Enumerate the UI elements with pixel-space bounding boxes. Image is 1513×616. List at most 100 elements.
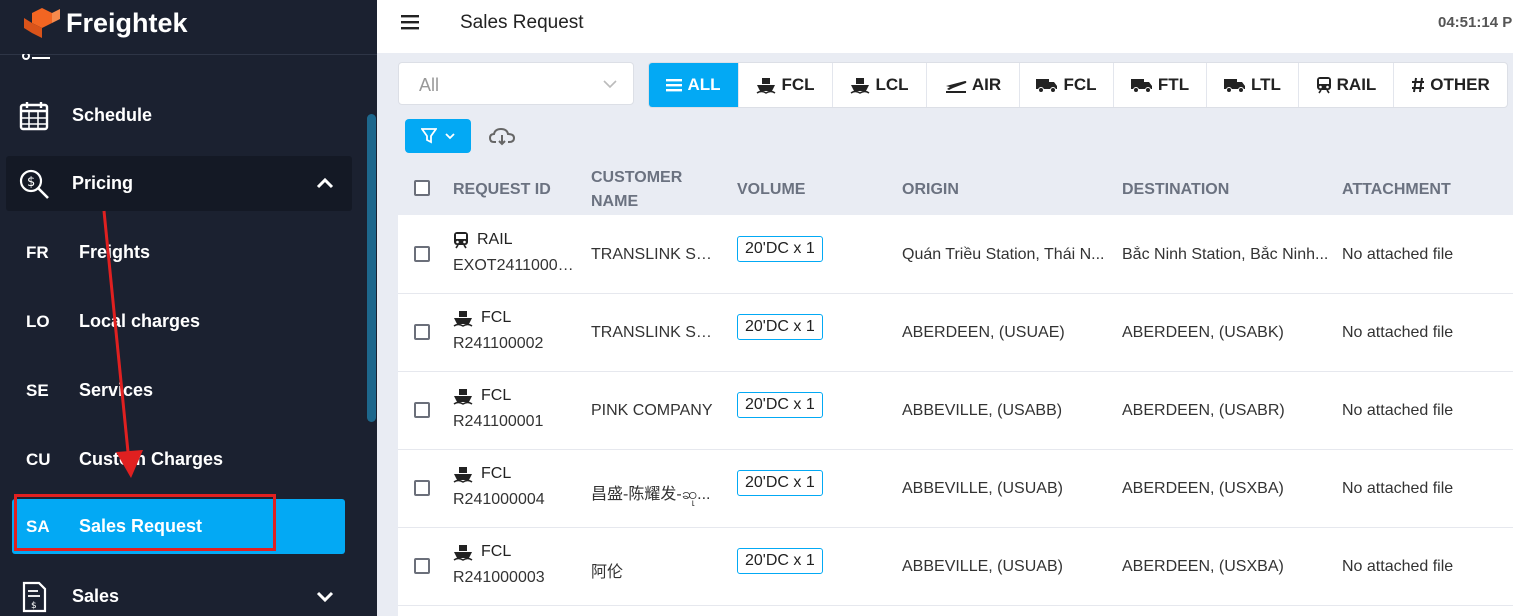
table-row[interactable]: FCL R241000004 昌盛-陈耀发-ဆု... 20'DC x 1 AB… xyxy=(398,449,1513,528)
volume-badge: 20'DC x 1 xyxy=(737,548,823,574)
table-row[interactable]: FCL R241100002 TRANSLINK SHI... 20'DC x … xyxy=(398,293,1513,372)
row-checkbox[interactable] xyxy=(414,558,430,574)
request-id[interactable]: R241000003 xyxy=(453,569,575,587)
subitem-abbr: SE xyxy=(26,380,49,400)
sidebar-subitem-sales-request[interactable]: SA Sales Request xyxy=(12,499,345,554)
table-row[interactable]: FCL R241100001 PINK COMPANY 20'DC x 1 AB… xyxy=(398,371,1513,450)
row-type-label: FCL xyxy=(481,465,512,482)
menu-icon[interactable] xyxy=(401,14,419,30)
volume-badge: 20'DC x 1 xyxy=(737,314,823,340)
column-header-origin[interactable]: ORIGIN xyxy=(902,178,959,202)
chevron-down-icon xyxy=(445,133,455,140)
svg-text:$: $ xyxy=(31,601,37,611)
ship-icon xyxy=(453,389,473,405)
customer-name: PINK COMPANY xyxy=(591,402,713,419)
row-type-label: FCL xyxy=(481,309,512,326)
origin: ABERDEEN, (USUAE) xyxy=(902,324,1065,341)
column-header-request-id[interactable]: REQUEST ID xyxy=(453,178,551,202)
truck-icon xyxy=(1130,79,1152,93)
main-content: Sales Request 04:51:14 P All ALL FCL LCL… xyxy=(377,0,1513,616)
ship-icon xyxy=(453,545,473,561)
row-checkbox[interactable] xyxy=(414,324,430,340)
table-row[interactable]: FCL R241000003 阿伦 20'DC x 1 ABBEVILLE, (… xyxy=(398,527,1513,606)
subitem-label: Freights xyxy=(79,242,151,262)
origin: ABBEVILLE, (USUAB) xyxy=(902,558,1063,575)
ship-icon xyxy=(757,78,776,94)
ship-icon xyxy=(851,78,870,94)
subitem-label: Sales Request xyxy=(79,516,203,536)
column-header-customer[interactable]: CUSTOMER NAME xyxy=(591,166,701,214)
attachment: No attached file xyxy=(1342,246,1454,263)
tab-label: LTL xyxy=(1251,75,1281,94)
svg-text:$: $ xyxy=(27,175,35,190)
tab-air[interactable]: AIR xyxy=(927,63,1020,107)
volume-badge: 20'DC x 1 xyxy=(737,470,823,496)
request-id[interactable]: R241100002 xyxy=(453,335,575,353)
sidebar-scrollbar[interactable] xyxy=(367,114,376,422)
list-icon xyxy=(666,79,683,92)
attachment: No attached file xyxy=(1342,324,1454,341)
row-type-label: RAIL xyxy=(477,231,513,248)
brand-name: Freightek xyxy=(66,8,188,38)
volume-badge: 20'DC x 1 xyxy=(737,236,823,262)
sidebar-item-label: Schedule xyxy=(72,105,153,125)
tab-lcl[interactable]: LCL xyxy=(833,63,927,107)
subitem-abbr: CU xyxy=(26,449,51,469)
destination: Bắc Ninh Station, Bắc Ninh... xyxy=(1122,246,1329,263)
sidebar-subitem-services[interactable]: SE Services xyxy=(12,363,345,418)
request-id[interactable]: EXOT24110000... xyxy=(453,257,575,275)
column-header-destination[interactable]: DESTINATION xyxy=(1122,178,1229,202)
sidebar-item-schedule[interactable]: Schedule xyxy=(6,88,352,143)
tab-label: FCL xyxy=(1063,75,1097,94)
tab-other[interactable]: OTHER xyxy=(1394,63,1507,107)
customer-name: 昌盛-陈耀发-ဆု... xyxy=(591,486,711,503)
pricing-search-icon: $ xyxy=(19,169,49,199)
filter-select[interactable]: All xyxy=(398,62,634,105)
row-checkbox[interactable] xyxy=(414,246,430,262)
top-bar: Sales Request 04:51:14 P xyxy=(377,0,1513,53)
attachment: No attached file xyxy=(1342,480,1454,497)
row-type: FCL xyxy=(453,387,511,405)
request-id[interactable]: R241000004 xyxy=(453,491,575,509)
filter-button[interactable] xyxy=(405,119,471,153)
row-type-label: FCL xyxy=(481,387,512,404)
tab-rail[interactable]: RAIL xyxy=(1299,63,1394,107)
customer-name: 阿伦 xyxy=(591,564,624,581)
freightek-logo-icon xyxy=(24,8,60,38)
attachment: No attached file xyxy=(1342,558,1454,575)
tab-all[interactable]: ALL xyxy=(649,63,739,107)
ship-icon xyxy=(453,311,473,327)
row-checkbox[interactable] xyxy=(414,402,430,418)
volume-badge: 20'DC x 1 xyxy=(737,392,823,418)
tab-ltl[interactable]: LTL xyxy=(1207,63,1299,107)
tab-label: FTL xyxy=(1157,75,1190,94)
sidebar-subitem-local-charges[interactable]: LO Local charges xyxy=(12,294,345,349)
sidebar-item-sales[interactable]: $ Sales xyxy=(6,569,352,616)
subitem-abbr: LO xyxy=(26,311,50,331)
tab-label: RAIL xyxy=(1336,75,1377,94)
tab-label: FCL xyxy=(781,75,815,94)
origin: ABBEVILLE, (USUAB) xyxy=(902,480,1063,497)
tab-ftl[interactable]: FTL xyxy=(1114,63,1207,107)
hash-icon xyxy=(1412,77,1425,93)
table-row[interactable]: RAIL EXOT24110000... TRANSLINK SHI... 20… xyxy=(398,215,1513,294)
row-type-label: FCL xyxy=(481,543,512,560)
customer-name: TRANSLINK SHI... xyxy=(591,246,721,263)
sidebar-subitem-freights[interactable]: FR Freights xyxy=(12,225,345,280)
row-type: FCL xyxy=(453,309,511,327)
request-id[interactable]: R241100001 xyxy=(453,413,575,431)
select-all-checkbox[interactable] xyxy=(414,180,430,196)
tab-label: LCL xyxy=(875,75,909,94)
sidebar-subitem-custom-charges[interactable]: CU Custom Charges xyxy=(12,432,345,487)
subitem-abbr: FR xyxy=(26,242,49,262)
tab-fcl-truck[interactable]: FCL xyxy=(1020,63,1114,107)
destination: ABERDEEN, (USABK) xyxy=(1122,324,1284,341)
sidebar-item-pricing[interactable]: $ Pricing xyxy=(6,156,352,211)
tab-fcl-sea[interactable]: FCL xyxy=(739,63,833,107)
cloud-download-icon[interactable] xyxy=(489,126,515,146)
column-header-attachment[interactable]: ATTACHMENT xyxy=(1342,178,1451,202)
subitem-label: Custom Charges xyxy=(79,449,224,469)
sidebar: Freightek Schedule $ Pricing FR Freights… xyxy=(0,0,377,616)
row-checkbox[interactable] xyxy=(414,480,430,496)
column-header-volume[interactable]: VOLUME xyxy=(737,178,805,202)
